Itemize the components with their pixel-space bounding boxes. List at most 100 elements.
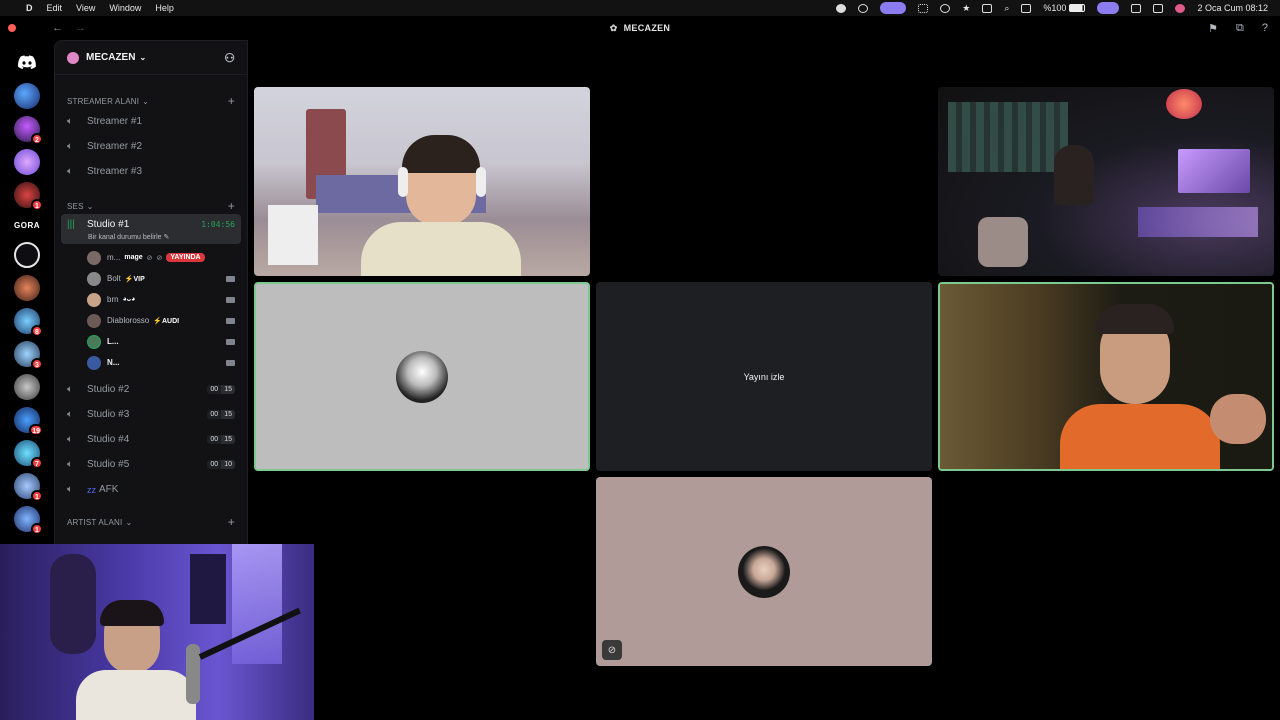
server-badge: 1	[31, 523, 43, 535]
add-channel-icon[interactable]: +	[228, 94, 235, 108]
video-tile[interactable]: ···	[938, 87, 1274, 276]
menu-help[interactable]: Help	[155, 3, 174, 13]
stream-tile[interactable]: Yayını izle	[596, 282, 932, 471]
server-icon[interactable]: 7	[14, 440, 43, 469]
voice-channel-active[interactable]: ||| Studio #1 1:04:56	[61, 214, 241, 235]
help-icon[interactable]: ?	[1262, 22, 1268, 35]
server-icon[interactable]	[14, 83, 40, 109]
server-icon[interactable]: 1	[14, 182, 43, 211]
speaker-icon: 🔈︎	[67, 484, 73, 495]
live-badge: YAYINDA	[166, 253, 205, 262]
participant-tile[interactable]: ⊘	[596, 477, 932, 666]
voice-channel[interactable]: 🔈︎ Studio #2 00 15	[55, 377, 247, 402]
video-tile-speaking[interactable]	[938, 282, 1274, 471]
menu-app-name[interactable]: D	[26, 3, 33, 13]
status-window-icon[interactable]	[1021, 3, 1032, 13]
voice-channel[interactable]: 🔈︎ Studio #4 00 15	[55, 427, 247, 452]
status-chat-icon[interactable]	[1131, 3, 1142, 13]
voice-channel[interactable]: 🔈︎ Streamer #3	[55, 159, 247, 184]
status-siri-icon[interactable]	[1175, 3, 1186, 13]
voice-member[interactable]: brn ◕ᴗ◕	[55, 289, 247, 310]
flag-icon[interactable]: ⚑	[1208, 22, 1218, 35]
server-icon[interactable]: 19	[14, 407, 43, 436]
server-icon[interactable]	[14, 275, 40, 301]
back-arrow-icon[interactable]: ←	[52, 22, 63, 34]
status-stage-manager-icon[interactable]	[1097, 2, 1120, 14]
watch-stream-button[interactable]: Yayını izle	[733, 365, 795, 388]
battery-percent: %100	[1043, 3, 1067, 13]
voice-channel-afk[interactable]: 🔈︎ zz AFK	[55, 477, 247, 502]
status-star-icon[interactable]: ★	[962, 3, 970, 14]
status-play-icon[interactable]	[940, 3, 951, 13]
server-flower-icon: ✿	[609, 22, 618, 33]
server-icon[interactable]	[14, 374, 40, 400]
facecam-window-light	[232, 544, 282, 664]
spotlight-search-icon[interactable]: ⌕	[1004, 3, 1009, 14]
member-tag: ⚡AUDI	[153, 317, 180, 325]
video-person	[1060, 304, 1220, 469]
server-icon[interactable]: 1	[14, 473, 43, 502]
avatar	[738, 545, 790, 598]
menu-edit[interactable]: Edit	[47, 3, 63, 13]
channel-name: Streamer #1	[87, 116, 143, 127]
menu-window[interactable]: Window	[109, 3, 141, 13]
category-streamer[interactable]: STREAMER ALANI ⌄ +	[55, 93, 247, 109]
status-gamepad-icon[interactable]	[858, 3, 869, 13]
webcam-video	[940, 284, 1272, 469]
call-timer: 1:04:56	[201, 220, 235, 229]
server-badge: 2	[31, 133, 43, 145]
menubar-datetime[interactable]: 2 Oca Cum 08:12	[1197, 3, 1268, 13]
voice-member[interactable]: L...	[55, 331, 247, 352]
video-tile[interactable]	[254, 87, 590, 276]
status-grid-icon[interactable]	[918, 3, 929, 13]
invite-people-icon[interactable]: ⚇	[224, 51, 235, 65]
category-artist[interactable]: ARTIST ALANI ⌄ +	[55, 514, 247, 530]
participant-tile-speaking[interactable]	[254, 282, 590, 471]
server-badge: 8	[31, 325, 43, 337]
server-icon[interactable]: 8	[14, 308, 43, 337]
add-channel-icon[interactable]: +	[228, 515, 235, 529]
user-limit: 10	[221, 460, 235, 469]
channel-name: Studio #1	[87, 219, 130, 230]
server-icon[interactable]: 2	[14, 116, 43, 145]
server-icon-mecazen[interactable]	[14, 242, 40, 268]
voice-member[interactable]: Bolt ⚡VIP	[55, 268, 247, 289]
server-name: MECAZEN	[86, 52, 136, 63]
server-icon[interactable]: 3	[14, 341, 43, 370]
voice-channel[interactable]: 🔈︎ Studio #3 00 15	[55, 402, 247, 427]
voice-channel[interactable]: 🔈︎ Studio #5 00 10	[55, 452, 247, 477]
user-limit: 15	[221, 385, 235, 394]
voice-member[interactable]: m... mage ⊘ ⊘ YAYINDA	[55, 247, 247, 268]
control-center-icon[interactable]	[1153, 3, 1164, 13]
channel-status-text: Bir kanal durumu belirle	[88, 234, 162, 241]
status-circle-icon[interactable]	[836, 3, 847, 13]
add-channel-icon[interactable]: +	[228, 199, 235, 213]
server-icon-gora[interactable]: GORA	[12, 215, 42, 235]
category-ses[interactable]: SES ⌄ +	[55, 198, 247, 214]
pencil-icon: ✎	[163, 234, 170, 241]
channel-status-setter[interactable]: Bir kanal durumu belirle ✎	[61, 233, 241, 244]
voice-member[interactable]: N...	[55, 352, 247, 373]
voice-channel[interactable]: 🔈︎ Streamer #2	[55, 134, 247, 159]
battery-indicator[interactable]: %100	[1043, 3, 1086, 13]
avatar	[87, 250, 101, 265]
avatar	[87, 334, 101, 349]
close-window-button[interactable]	[8, 24, 16, 32]
chevron-down-icon: ⌄	[86, 201, 94, 211]
status-screenshare-icon[interactable]	[880, 2, 907, 14]
forward-arrow-icon[interactable]: →	[75, 22, 86, 34]
server-badge: 7	[31, 457, 43, 469]
discord-home-icon[interactable]	[13, 48, 41, 76]
popout-icon[interactable]: ⧉	[1236, 22, 1244, 35]
video-desk-light	[1138, 207, 1258, 237]
server-icon[interactable]: 1	[14, 506, 43, 535]
category-label: SES	[67, 201, 84, 211]
menu-view[interactable]: View	[76, 3, 95, 13]
video-lamp	[1166, 89, 1202, 119]
status-keyboard-icon[interactable]	[982, 3, 993, 13]
voice-active-icon: |||	[67, 219, 75, 230]
server-icon[interactable]	[14, 149, 40, 175]
voice-member[interactable]: Diablorosso ⚡AUDI	[55, 310, 247, 331]
server-header[interactable]: MECAZEN ⌄ ⚇	[55, 41, 247, 75]
voice-channel[interactable]: 🔈︎ Streamer #1	[55, 109, 247, 134]
